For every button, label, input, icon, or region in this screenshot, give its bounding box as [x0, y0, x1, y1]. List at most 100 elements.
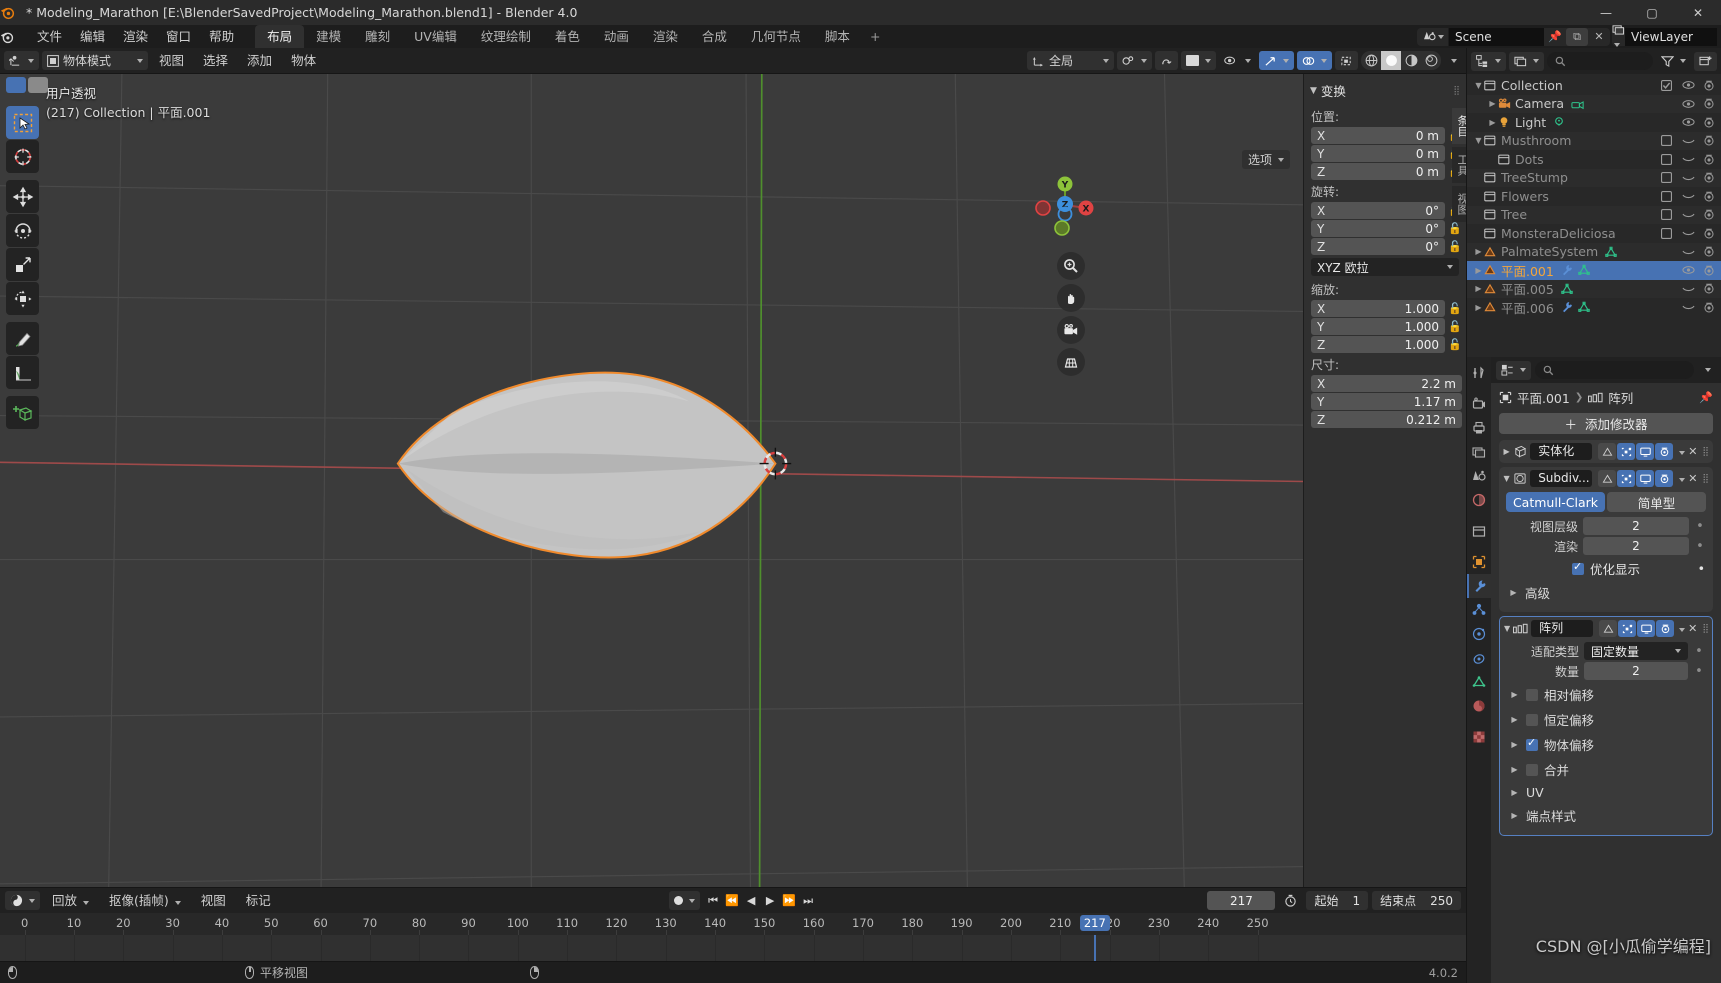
camera-view-icon[interactable] — [1057, 316, 1085, 344]
new-scene-icon[interactable]: ⧉ — [1566, 27, 1588, 46]
outliner-row-palmatesystem[interactable]: ▶ PalmateSystem — [1467, 242, 1721, 261]
delete-scene-icon[interactable]: ✕ — [1588, 28, 1610, 46]
modifier-edit-mode-display-icon[interactable] — [1598, 443, 1617, 460]
workspace-tab-sculpting[interactable]: 雕刻 — [353, 25, 402, 48]
modifier-realtime-icon[interactable] — [1636, 443, 1655, 460]
location-y-field[interactable]: Y 0 m — [1311, 145, 1445, 162]
hide-in-viewport-icon[interactable] — [1682, 154, 1696, 164]
visibility-dropdown[interactable] — [1219, 51, 1256, 70]
modifier-subdivision-dropdown-icon[interactable] — [1676, 472, 1685, 485]
modifier-solidify-name[interactable]: 实体化 — [1530, 443, 1593, 460]
modifier-icon[interactable] — [1561, 301, 1573, 313]
maximize-button[interactable]: ▢ — [1629, 0, 1675, 25]
hide-in-viewport-icon[interactable] — [1682, 284, 1696, 294]
modifier-array-drag-handle[interactable]: ⣿ — [1702, 624, 1709, 634]
hide-in-viewport-icon[interactable] — [1682, 117, 1696, 127]
properties-options-dropdown[interactable] — [1698, 361, 1716, 380]
minimize-button[interactable]: — — [1583, 0, 1629, 25]
disable-in-renders-icon[interactable] — [1703, 80, 1717, 91]
animate-property-icon[interactable]: • — [1693, 644, 1705, 659]
play-button[interactable]: ▶ — [761, 891, 779, 910]
hide-in-viewport-icon[interactable] — [1682, 228, 1696, 238]
modifier-subdivision-drag-handle[interactable]: ⣿ — [1702, 474, 1709, 484]
scene-name-field[interactable]: Scene — [1448, 27, 1544, 46]
timeline-ruler[interactable]: 0 10 20 30 40 50 60 70 80 90 100 110 120 130 140 150 160… — [0, 913, 1466, 935]
disable-in-renders-icon[interactable] — [1703, 302, 1717, 313]
exclude-checkbox[interactable] — [1661, 227, 1675, 239]
disable-in-renders-icon[interactable] — [1703, 228, 1717, 239]
expand-toggle-icon[interactable]: ▶ — [1473, 284, 1484, 293]
add-modifier-button[interactable]: ＋ 添加修改器 — [1499, 413, 1713, 434]
modifier-solidify-dropdown-icon[interactable] — [1676, 445, 1685, 458]
expand-toggle-icon[interactable]: ▶ — [1487, 99, 1498, 108]
tool-transform[interactable] — [6, 282, 39, 315]
snapping-dropdown[interactable] — [1117, 51, 1152, 70]
properties-tab-collection[interactable] — [1467, 519, 1491, 543]
shading-rendered[interactable] — [1421, 51, 1441, 70]
hide-in-viewport-icon[interactable] — [1682, 80, 1696, 90]
exclude-checkbox[interactable] — [1661, 135, 1675, 147]
breadcrumb-object-name[interactable]: 平面.001 — [1517, 388, 1570, 407]
lock-scale-x-icon[interactable]: 🔓 — [1448, 302, 1462, 315]
viewport-levels-field[interactable]: 2 — [1583, 517, 1689, 535]
properties-tab-data[interactable] — [1467, 670, 1491, 694]
properties-tab-render[interactable] — [1467, 392, 1491, 416]
transform-orientation-dropdown[interactable]: 全局 — [1026, 51, 1114, 70]
zoom-view-icon[interactable] — [1057, 252, 1085, 280]
modifier-array-header[interactable]: ▼ 阵列 ✕ ⣿ — [1500, 617, 1712, 640]
modifier-solidify-header[interactable]: ▶ 实体化 ✕ ⣿ — [1499, 440, 1713, 463]
disable-in-renders-icon[interactable] — [1703, 246, 1717, 257]
breadcrumb-modifier-name[interactable]: 阵列 — [1608, 388, 1633, 407]
optimal-display-checkbox[interactable] — [1571, 560, 1584, 575]
n-panel-tab-view[interactable]: 视图 — [1452, 186, 1466, 222]
object-offset-subpanel[interactable]: ▶ 物体偏移 — [1507, 732, 1705, 757]
modifier-icon[interactable] — [1561, 264, 1573, 276]
hide-in-viewport-icon[interactable] — [1682, 210, 1696, 220]
tool-scale[interactable] — [6, 248, 39, 281]
outliner-filter-button[interactable] — [1656, 52, 1691, 71]
workspace-tab-scripting[interactable]: 脚本 — [813, 25, 862, 48]
timeline-menu-keying[interactable]: 抠像(插帧) — [101, 891, 189, 910]
animate-property-icon[interactable]: • — [1698, 561, 1705, 576]
tool-rotate[interactable] — [6, 214, 39, 247]
expand-triangle-icon[interactable]: ▶ — [1503, 447, 1510, 456]
select-box-mode-icon[interactable] — [6, 77, 26, 93]
expand-toggle-icon[interactable]: ▶ — [1473, 247, 1484, 256]
disable-in-renders-icon[interactable] — [1703, 117, 1717, 128]
subdivision-catmull-clark-button[interactable]: Catmull-Clark — [1506, 492, 1605, 512]
modifier-edit-mode-icon[interactable] — [1617, 443, 1636, 460]
properties-search-input[interactable] — [1535, 361, 1694, 379]
exclude-checkbox[interactable] — [1661, 153, 1675, 165]
modifier-render-icon[interactable] — [1655, 470, 1674, 487]
properties-tab-object[interactable] — [1467, 550, 1491, 574]
tool-cursor[interactable] — [6, 140, 39, 173]
count-field[interactable]: 2 — [1584, 662, 1688, 680]
blender-menu-icon[interactable] — [0, 30, 28, 44]
tool-select-box[interactable] — [6, 106, 39, 139]
caps-subpanel[interactable]: ▶ 端点样式 — [1507, 803, 1705, 828]
modifier-edit-mode-icon[interactable] — [1618, 620, 1637, 637]
properties-tab-world[interactable] — [1467, 488, 1491, 512]
workspace-tab-texturepaint[interactable]: 纹理绘制 — [469, 25, 543, 48]
proportional-falloff-dropdown[interactable] — [1181, 51, 1216, 70]
dimension-z-field[interactable]: Z 0.212 m — [1311, 411, 1462, 428]
subdivision-simple-button[interactable]: 简单型 — [1607, 492, 1706, 512]
menu-edit[interactable]: 编辑 — [71, 25, 114, 48]
modifier-array-name[interactable]: 阵列 — [1531, 620, 1594, 637]
pan-view-icon[interactable] — [1057, 284, 1085, 312]
pin-scene-icon[interactable]: 📌 — [1544, 28, 1566, 46]
properties-tab-scene[interactable] — [1467, 464, 1491, 488]
end-frame-value[interactable]: 250 — [1430, 894, 1453, 908]
disable-in-renders-icon[interactable] — [1703, 135, 1717, 146]
navigation-gizmo[interactable]: Y X Z — [1032, 172, 1098, 238]
location-z-field[interactable]: Z 0 m — [1311, 163, 1445, 180]
outliner-search-input[interactable] — [1547, 52, 1653, 70]
proportional-editing-toggle[interactable] — [1155, 51, 1178, 70]
jump-to-start-button[interactable]: ⏮ — [704, 891, 722, 910]
collapse-triangle-icon[interactable]: ▼ — [1504, 624, 1510, 633]
mesh-data-icon[interactable] — [1578, 301, 1590, 313]
viewport-menu-object[interactable]: 物体 — [283, 51, 324, 70]
previous-keyframe-button[interactable]: ⏪ — [723, 891, 741, 910]
exclude-checkbox[interactable] — [1661, 190, 1675, 202]
exclude-checkbox[interactable] — [1661, 209, 1675, 221]
